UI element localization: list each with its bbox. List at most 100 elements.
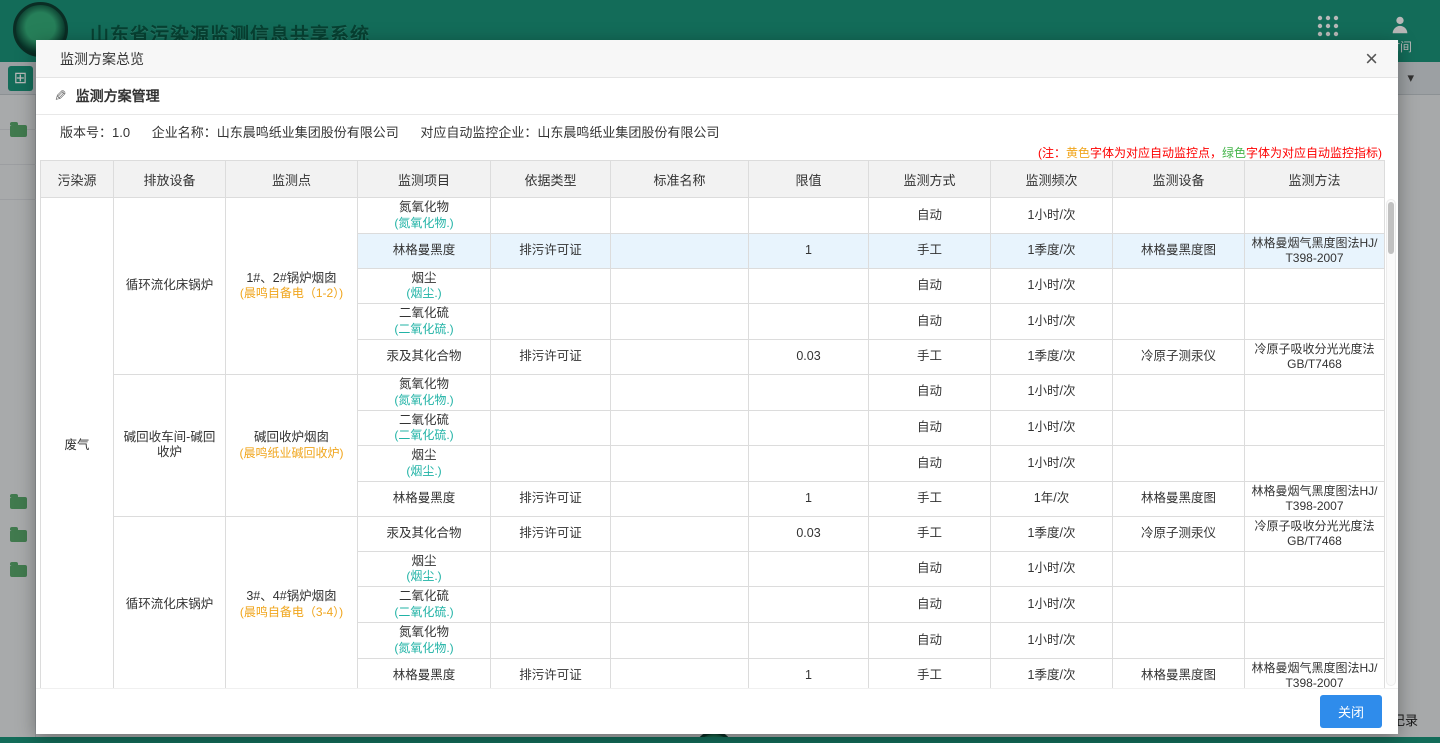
standard-cell <box>611 446 749 482</box>
monitoring-table-wrap: 污染源 排放设备 监测点 监测项目 依据类型 标准名称 限值 监测方式 监测频次… <box>40 160 1398 688</box>
equipment-cell <box>1113 446 1245 482</box>
method-cell: 林格曼烟气黑度图法HJ/T398-2007 <box>1245 481 1385 516</box>
equipment-cell: 冷原子测汞仪 <box>1113 339 1245 374</box>
item-cell: 氮氧化物 (氮氧化物.) <box>358 623 491 659</box>
equipment-cell: 林格曼黑度图 <box>1113 481 1245 516</box>
item-cell: 汞及其化合物 <box>358 516 491 551</box>
equipment-cell <box>1113 587 1245 623</box>
auto-company-text: 对应自动监控企业：山东晨鸣纸业集团股份有限公司 <box>420 125 719 140</box>
pen-icon: ✎ <box>54 87 67 105</box>
col-header: 监测方式 <box>869 161 991 198</box>
modal-footer: 关闭 <box>36 688 1398 734</box>
col-header: 监测方法 <box>1245 161 1385 198</box>
limit-cell: 1 <box>749 658 869 688</box>
point-note: (晨鸣纸业碱回收炉) <box>231 446 352 461</box>
freq-cell: 1小时/次 <box>991 623 1113 659</box>
standard-cell <box>611 481 749 516</box>
standard-cell <box>611 339 749 374</box>
scrollbar-thumb[interactable] <box>1388 202 1394 254</box>
basis-cell: 排污许可证 <box>491 481 611 516</box>
point-name: 1#、2#锅炉烟囱 <box>231 271 352 287</box>
limit-cell <box>749 410 869 446</box>
item-cell: 氮氧化物 (氮氧化物.) <box>358 198 491 234</box>
limit-cell <box>749 587 869 623</box>
method-cell <box>1245 587 1385 623</box>
equipment-cell: 林格曼黑度图 <box>1113 233 1245 268</box>
method-cell <box>1245 410 1385 446</box>
freq-cell: 1季度/次 <box>991 516 1113 551</box>
freq-cell: 1季度/次 <box>991 233 1113 268</box>
table-scrollbar[interactable] <box>1386 199 1396 686</box>
limit-cell: 1 <box>749 481 869 516</box>
col-header: 污染源 <box>41 161 114 198</box>
freq-cell: 1小时/次 <box>991 268 1113 304</box>
equipment-cell <box>1113 623 1245 659</box>
limit-cell <box>749 446 869 482</box>
freq-cell: 1小时/次 <box>991 587 1113 623</box>
version-text: 版本号：1.0 <box>60 125 130 140</box>
section-bar: ✎ 监测方案管理 <box>36 78 1398 115</box>
legend-note: (注：黄色字体为对应自动监控点，绿色字体为对应自动监控指标) <box>60 144 1382 161</box>
table-row[interactable]: 循环流化床锅炉 3#、4#锅炉烟囱 (晨鸣自备电（3-4）) 汞及其化合物 排污… <box>41 516 1385 551</box>
item-cell: 烟尘 (烟尘.) <box>358 551 491 587</box>
pollutant-source-cell: 废气 <box>41 198 114 689</box>
standard-cell <box>611 233 749 268</box>
mode-cell: 手工 <box>869 481 991 516</box>
standard-cell <box>611 587 749 623</box>
basis-cell <box>491 446 611 482</box>
basis-cell: 排污许可证 <box>491 339 611 374</box>
mode-cell: 手工 <box>869 233 991 268</box>
monitor-point-cell: 3#、4#锅炉烟囱 (晨鸣自备电（3-4）) <box>226 516 358 688</box>
limit-cell <box>749 551 869 587</box>
table-row[interactable]: 碱回收车间-碱回收炉 碱回收炉烟囱 (晨鸣纸业碱回收炉) 氮氧化物 (氮氧化物.… <box>41 374 1385 410</box>
limit-cell: 0.03 <box>749 339 869 374</box>
standard-cell <box>611 658 749 688</box>
table-row[interactable]: 废气 循环流化床锅炉 1#、2#锅炉烟囱 (晨鸣自备电（1-2）) 氮氧化物 (… <box>41 198 1385 234</box>
equipment-cell: 林格曼黑度图 <box>1113 658 1245 688</box>
equipment-cell <box>1113 198 1245 234</box>
method-cell: 林格曼烟气黑度图法HJ/T398-2007 <box>1245 658 1385 688</box>
col-header: 标准名称 <box>611 161 749 198</box>
item-cell: 烟尘 (烟尘.) <box>358 268 491 304</box>
item-cell: 林格曼黑度 <box>358 233 491 268</box>
item-cell: 二氧化硫 (二氧化硫.) <box>358 410 491 446</box>
freq-cell: 1年/次 <box>991 481 1113 516</box>
monitoring-plan-modal: 监测方案总览 × ✎ 监测方案管理 版本号：1.0 企业名称：山东晨鸣纸业集团股… <box>36 40 1398 734</box>
method-cell <box>1245 551 1385 587</box>
mode-cell: 自动 <box>869 198 991 234</box>
method-cell <box>1245 268 1385 304</box>
freq-cell: 1季度/次 <box>991 339 1113 374</box>
equipment-cell <box>1113 374 1245 410</box>
limit-cell <box>749 623 869 659</box>
modal-title: 监测方案总览 <box>60 49 144 69</box>
method-cell: 冷原子吸收分光光度法GB/T7468 <box>1245 339 1385 374</box>
freq-cell: 1小时/次 <box>991 551 1113 587</box>
item-cell: 烟尘 (烟尘.) <box>358 446 491 482</box>
freq-cell: 1小时/次 <box>991 410 1113 446</box>
basis-cell: 排污许可证 <box>491 516 611 551</box>
table-header-row: 污染源 排放设备 监测点 监测项目 依据类型 标准名称 限值 监测方式 监测频次… <box>41 161 1385 198</box>
freq-cell: 1小时/次 <box>991 304 1113 340</box>
close-button[interactable]: 关闭 <box>1320 695 1382 728</box>
basis-cell <box>491 268 611 304</box>
equipment-cell: 冷原子测汞仪 <box>1113 516 1245 551</box>
point-name: 碱回收炉烟囱 <box>231 430 352 446</box>
limit-cell <box>749 198 869 234</box>
basis-cell: 排污许可证 <box>491 658 611 688</box>
basis-cell <box>491 198 611 234</box>
company-text: 企业名称：山东晨鸣纸业集团股份有限公司 <box>152 125 399 140</box>
section-title: 监测方案管理 <box>76 86 160 106</box>
standard-cell <box>611 551 749 587</box>
item-cell: 二氧化硫 (二氧化硫.) <box>358 587 491 623</box>
monitoring-table: 污染源 排放设备 监测点 监测项目 依据类型 标准名称 限值 监测方式 监测频次… <box>40 160 1385 688</box>
mode-cell: 自动 <box>869 410 991 446</box>
standard-cell <box>611 304 749 340</box>
standard-cell <box>611 516 749 551</box>
close-icon[interactable]: × <box>1365 48 1378 70</box>
freq-cell: 1小时/次 <box>991 198 1113 234</box>
method-cell: 林格曼烟气黑度图法HJ/T398-2007 <box>1245 233 1385 268</box>
col-header: 限值 <box>749 161 869 198</box>
method-cell <box>1245 446 1385 482</box>
info-bar: 版本号：1.0 企业名称：山东晨鸣纸业集团股份有限公司 对应自动监控企业：山东晨… <box>36 115 1398 160</box>
point-note: (晨鸣自备电（3-4）) <box>231 605 352 620</box>
